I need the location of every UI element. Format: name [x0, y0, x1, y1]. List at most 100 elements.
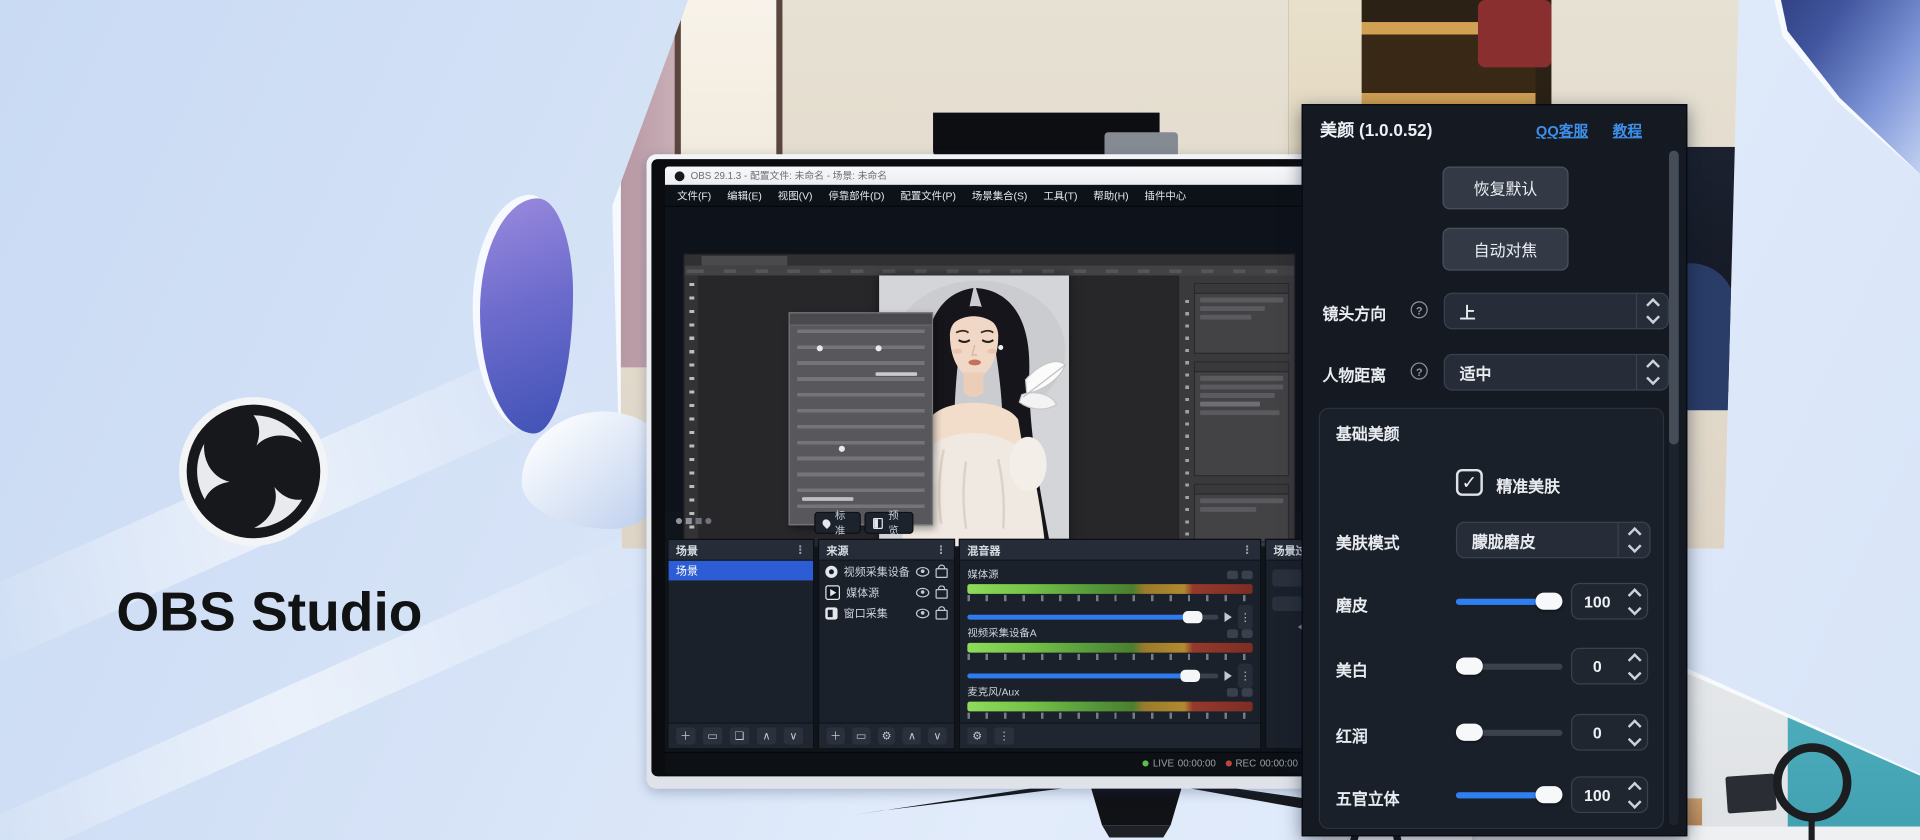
menu-scene-collection[interactable]: 场景集合(S) [972, 188, 1028, 203]
ps-knob [817, 345, 823, 351]
source-name: 视频采集设备A [844, 563, 910, 579]
ps-floating-panel-header [790, 313, 932, 325]
channel-name: 麦克风/Aux [967, 684, 1019, 699]
ps-panel-info [1194, 484, 1290, 543]
volume-slider[interactable] [967, 673, 1218, 678]
obs-window: OBS 29.1.3 - 配置文件: 未命名 - 场景: 未命名 文件(F) 编… [665, 167, 1313, 774]
tab-preview[interactable]: 预览 [864, 512, 913, 534]
source-row-media[interactable]: 媒体源 [819, 582, 954, 603]
lock-icon[interactable] [936, 589, 948, 599]
menu-plugin-center[interactable]: 插件中心 [1145, 188, 1187, 203]
sources-toolbar: ＋ ▭ ⚙ ∧ ∨ [819, 722, 954, 748]
menu-edit[interactable]: 编辑(E) [727, 188, 762, 203]
visibility-icon[interactable] [916, 587, 929, 597]
obs-window-title: OBS 29.1.3 - 配置文件: 未命名 - 场景: 未命名 [691, 169, 887, 182]
ps-knob [876, 345, 882, 351]
select-spinner[interactable] [1636, 294, 1668, 328]
person-distance-select[interactable]: 适中 [1444, 354, 1669, 391]
lock-icon[interactable] [936, 610, 948, 620]
mixer-advanced-button[interactable]: ⋮ [994, 727, 1014, 744]
basic-beauty-title: 基础美颜 [1336, 421, 1400, 444]
speaker-icon[interactable] [1224, 671, 1231, 681]
precise-skin-checkbox[interactable]: ✓ [1456, 469, 1483, 496]
scenes-dock-header: 场景 ⋮ [669, 540, 813, 561]
move-source-down-button[interactable]: ∨ [928, 727, 946, 744]
dock-menu-icon[interactable]: ⋮ [795, 543, 806, 556]
menu-docks[interactable]: 停靠部件(D) [828, 188, 884, 203]
ps-right-panels [1178, 276, 1294, 547]
lock-icon[interactable] [936, 568, 948, 578]
select-spinner[interactable] [1618, 523, 1650, 557]
auto-focus-button[interactable]: 自动对焦 [1442, 228, 1568, 271]
remove-scene-button[interactable]: ▭ [703, 727, 723, 744]
camera-direction-select[interactable]: 上 [1444, 293, 1669, 330]
add-source-button[interactable]: ＋ [827, 727, 845, 744]
facial-3d-stepper[interactable]: 100 [1571, 776, 1648, 813]
channel-mini-icons[interactable] [1227, 570, 1253, 579]
slider-handle[interactable] [1456, 658, 1483, 675]
remove-source-button[interactable]: ▭ [852, 727, 870, 744]
move-source-up-button[interactable]: ∧ [903, 727, 921, 744]
smoothing-stepper[interactable]: 100 [1571, 583, 1648, 620]
panel-scrollbar[interactable] [1669, 151, 1679, 826]
live-status: LIVE00:00:00 [1143, 758, 1216, 769]
ps-mini-toolbar [1182, 300, 1192, 541]
volume-slider[interactable] [967, 615, 1218, 620]
slider-handle[interactable] [1536, 593, 1563, 610]
mixer-config-button[interactable]: ⚙ [967, 727, 987, 744]
smoothing-label: 磨皮 [1336, 593, 1368, 616]
visibility-icon[interactable] [916, 608, 929, 618]
dock-menu-icon[interactable]: ⋮ [1242, 543, 1253, 556]
speaker-icon[interactable] [1224, 612, 1231, 622]
camera-icon [825, 565, 837, 577]
smoothing-slider[interactable] [1456, 593, 1563, 610]
mixer-dock-header: 混音器 ⋮ [960, 540, 1260, 561]
menu-file[interactable]: 文件(F) [677, 188, 711, 203]
help-icon[interactable]: ? [1411, 362, 1428, 379]
white-desk [1690, 827, 1920, 840]
select-spinner[interactable] [1636, 355, 1668, 389]
ps-tab-strip [684, 255, 1294, 266]
source-row-camera[interactable]: 视频采集设备A [819, 561, 954, 582]
menu-view[interactable]: 视图(V) [778, 188, 813, 203]
whitening-slider[interactable] [1456, 658, 1563, 675]
move-scene-down-button[interactable]: ∨ [784, 727, 804, 744]
obs-menubar: 文件(F) 编辑(E) 视图(V) 停靠部件(D) 配置文件(P) 场景集合(S… [665, 185, 1313, 207]
move-scene-up-button[interactable]: ∧ [757, 727, 777, 744]
whitening-stepper[interactable]: 0 [1571, 648, 1648, 685]
ps-button-bar [802, 497, 853, 501]
audio-meter [967, 702, 1252, 712]
tab-standard-label: 标准 [835, 508, 852, 537]
duplicate-scene-button[interactable]: ❏ [730, 727, 750, 744]
add-scene-button[interactable]: ＋ [676, 727, 696, 744]
person-distance-label: 人物距离 [1322, 362, 1386, 385]
visibility-icon[interactable] [916, 566, 929, 576]
transition-duration[interactable] [1272, 596, 1304, 611]
dock-menu-icon[interactable]: ⋮ [936, 543, 947, 556]
tutorial-link[interactable]: 教程 [1613, 120, 1642, 141]
menu-tools[interactable]: 工具(T) [1043, 188, 1077, 203]
restore-defaults-button[interactable]: 恢复默认 [1442, 167, 1568, 210]
qq-support-link[interactable]: QQ客服 [1536, 120, 1588, 141]
slider-handle[interactable] [1456, 724, 1483, 741]
ps-canvas [698, 276, 1179, 547]
rosy-stepper[interactable]: 0 [1571, 714, 1648, 751]
beauty-panel: 美颜 (1.0.0.52) QQ客服 教程 恢复默认 自动对焦 镜头方向 ? 上… [1302, 104, 1688, 836]
help-icon[interactable]: ? [1411, 301, 1428, 318]
facial-3d-slider[interactable] [1456, 786, 1563, 803]
obs-preview-area [665, 207, 1313, 512]
channel-mini-icons[interactable] [1227, 688, 1253, 697]
rosy-label: 红润 [1336, 724, 1368, 747]
skin-mode-select[interactable]: 朦胧磨皮 [1456, 522, 1651, 559]
menu-profile[interactable]: 配置文件(P) [900, 188, 956, 203]
scene-row-selected[interactable]: 场景 [669, 561, 813, 581]
channel-mini-icons[interactable] [1227, 629, 1253, 638]
menu-help[interactable]: 帮助(H) [1093, 188, 1128, 203]
slider-handle[interactable] [1536, 786, 1563, 803]
source-row-window[interactable]: 窗口采集 [819, 602, 954, 623]
scrollbar-thumb[interactable] [1669, 151, 1679, 445]
rosy-slider[interactable] [1456, 724, 1563, 741]
tab-standard[interactable]: 标准 [814, 512, 861, 534]
ring-light-stand [1809, 819, 1815, 840]
source-properties-button[interactable]: ⚙ [877, 727, 895, 744]
